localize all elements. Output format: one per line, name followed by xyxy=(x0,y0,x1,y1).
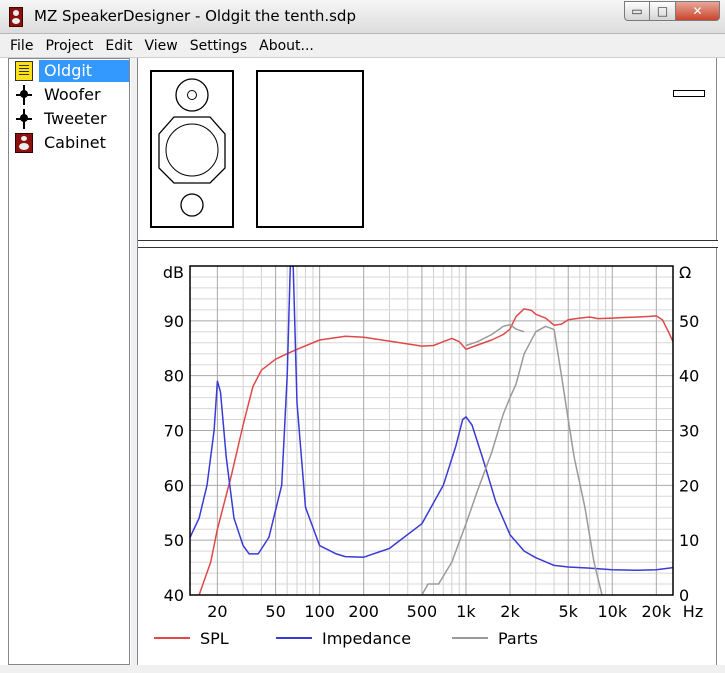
window-title: MZ SpeakerDesigner - Oldgit the tenth.sd… xyxy=(34,7,356,25)
maximize-button[interactable]: □ xyxy=(650,1,676,21)
y-right-tick-label: 40 xyxy=(679,367,699,386)
y-left-tick-label: 70 xyxy=(164,422,184,441)
menu-edit[interactable]: Edit xyxy=(99,34,138,57)
curve-parts xyxy=(421,325,603,595)
curve-impedance xyxy=(190,266,673,572)
chart-svg: 20 50 100 200 500 1k 2k 5k 10k 20k Hz405060708090d… xyxy=(163,263,703,621)
legend-label-impedance: Impedance xyxy=(322,628,412,648)
tree-item-label: Cabinet xyxy=(44,133,106,152)
menu-bar: File Project Edit View Settings About... xyxy=(0,34,725,58)
y-right-tick-label: 50 xyxy=(679,312,699,331)
legend-label-parts: Parts xyxy=(498,628,538,648)
project-icon xyxy=(15,61,33,81)
x-tick-label: 5k xyxy=(559,602,579,621)
tree-item-woofer[interactable]: Woofer xyxy=(9,83,129,107)
y-left-tick-label: 60 xyxy=(164,476,184,495)
x-tick-label: 1k xyxy=(456,602,476,621)
legend-swatch-spl xyxy=(154,637,190,639)
tree-item-oldgit[interactable]: Oldgit xyxy=(9,59,129,83)
legend-impedance: Impedance xyxy=(276,628,411,648)
project-tree[interactable]: Oldgit Woofer Tweeter Cabinet xyxy=(8,58,130,665)
curve-spl xyxy=(198,308,673,595)
driver-icon xyxy=(15,109,33,129)
app-icon[interactable] xyxy=(9,7,23,27)
port-outline xyxy=(180,193,204,217)
cabinet-side-view[interactable] xyxy=(256,70,364,228)
cabinet-icon xyxy=(15,133,33,153)
x-tick-label: 500 xyxy=(407,602,438,621)
grid-major xyxy=(190,265,673,596)
frequency-response-chart[interactable]: 20 50 100 200 500 1k 2k 5k 10k 20k Hz 40 50 60 70 80 90 d… xyxy=(138,249,718,665)
minimize-button[interactable]: ▭ xyxy=(624,1,650,21)
woofer-cone xyxy=(165,123,219,177)
title-bar: MZ SpeakerDesigner - Oldgit the tenth.sd… xyxy=(0,0,725,34)
y-right-tick-label: 20 xyxy=(679,476,699,495)
tree-item-cabinet[interactable]: Cabinet xyxy=(9,131,129,155)
y-right-unit-label: Ω xyxy=(679,263,691,282)
y-left-tick-label: 90 xyxy=(164,312,184,331)
x-tick-label: 100 xyxy=(304,602,335,621)
menu-project[interactable]: Project xyxy=(39,34,99,57)
front-view-drawing xyxy=(158,78,226,217)
menu-file[interactable]: File xyxy=(4,34,39,57)
cabinet-front-view[interactable] xyxy=(150,70,234,228)
y-right-tick-label: 30 xyxy=(679,422,699,441)
legend-spl: SPL xyxy=(154,628,229,648)
x-tick-label: 20k xyxy=(642,602,672,621)
menu-about[interactable]: About... xyxy=(253,34,320,57)
x-tick-label: 2k xyxy=(500,602,520,621)
tweeter-outline xyxy=(175,78,209,112)
legend-label-spl: SPL xyxy=(200,628,229,648)
x-tick-label: 20 xyxy=(207,602,227,621)
tree-item-label: Oldgit xyxy=(39,60,129,82)
menu-view[interactable]: View xyxy=(138,34,183,57)
tree-item-label: Woofer xyxy=(44,85,101,104)
tweeter-dome xyxy=(187,90,197,100)
horizontal-splitter[interactable] xyxy=(138,240,718,248)
x-tick-label: 10k xyxy=(597,602,627,621)
legend-swatch-impedance xyxy=(276,637,312,639)
window-controls: ▭ □ ✕ xyxy=(624,1,720,21)
y-left-tick-label: 50 xyxy=(164,531,184,550)
y-right-tick-label: 0 xyxy=(679,586,689,605)
scale-indicator xyxy=(673,90,705,97)
legend-swatch-parts xyxy=(452,637,488,639)
chart-curves xyxy=(190,266,673,595)
tree-item-tweeter[interactable]: Tweeter xyxy=(9,107,129,131)
legend-parts: Parts xyxy=(452,628,538,648)
close-button[interactable]: ✕ xyxy=(676,1,720,21)
tree-item-label: Tweeter xyxy=(44,109,107,128)
woofer-frame xyxy=(158,116,226,184)
y-left-unit-label: dB xyxy=(163,263,184,282)
y-right-tick-label: 10 xyxy=(679,531,699,550)
y-left-tick-label: 40 xyxy=(164,586,184,605)
menu-settings[interactable]: Settings xyxy=(184,34,253,57)
x-tick-label: 200 xyxy=(348,602,379,621)
driver-icon xyxy=(15,85,33,105)
status-strip xyxy=(0,665,725,673)
y-left-tick-label: 80 xyxy=(164,367,184,386)
x-tick-label: 50 xyxy=(265,602,285,621)
